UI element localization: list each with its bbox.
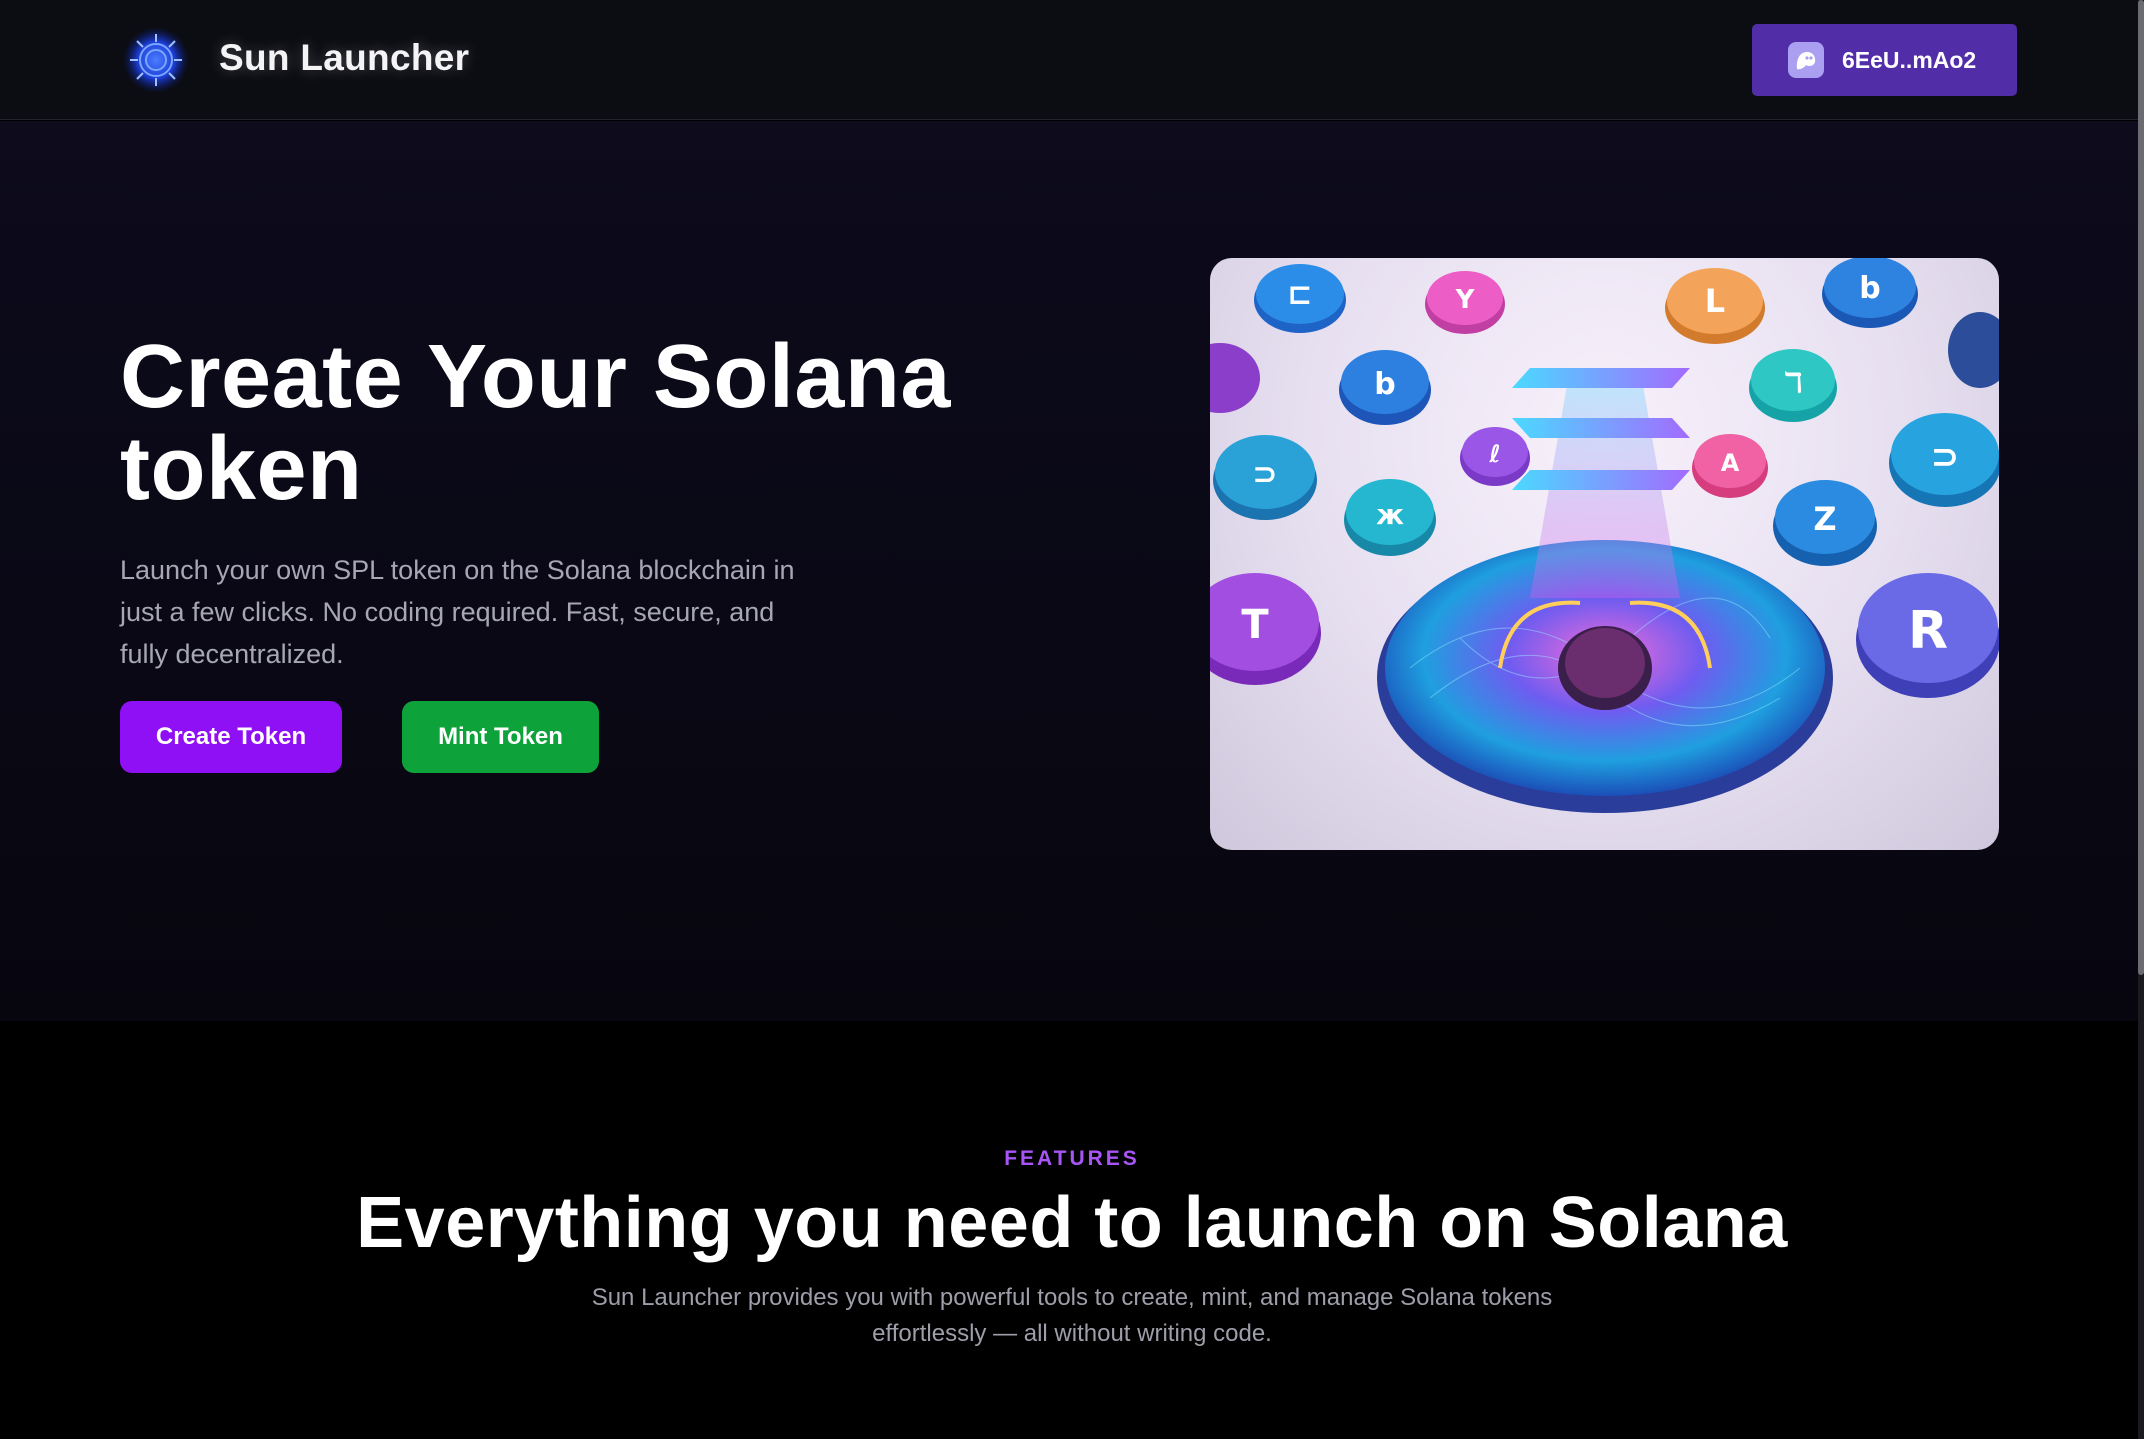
sun-logo-icon[interactable] <box>122 26 190 94</box>
phantom-ghost-icon <box>1788 42 1824 78</box>
svg-text:Z: Z <box>1813 500 1836 538</box>
svg-text:T: T <box>1241 602 1269 648</box>
svg-text:L: L <box>1705 282 1725 320</box>
svg-text:A: A <box>1721 449 1740 477</box>
wallet-button[interactable]: 6EeU..mAo2 <box>1752 24 2017 96</box>
svg-text:⊃: ⊃ <box>1252 457 1277 492</box>
svg-text:ℓ: ℓ <box>1488 440 1500 468</box>
hero-title: Create Your Solana token <box>120 327 951 519</box>
mint-token-button[interactable]: Mint Token <box>402 701 599 773</box>
features-eyebrow: FEATURES <box>1004 1147 1140 1170</box>
wallet-address: 6EeU..mAo2 <box>1842 46 1977 73</box>
features-title: Everything you need to launch on Solana <box>356 1183 1788 1263</box>
features-description: Sun Launcher provides you with powerful … <box>591 1284 1553 1347</box>
create-token-button[interactable]: Create Token <box>120 701 342 773</box>
svg-text:b: b <box>1859 271 1880 306</box>
brand-name[interactable]: Sun Launcher <box>219 37 469 79</box>
svg-text:b: b <box>1374 367 1395 402</box>
scrollbar-thumb[interactable] <box>2138 0 2144 975</box>
svg-text:R: R <box>1908 601 1948 661</box>
svg-text:ℸ: ℸ <box>1783 366 1802 399</box>
hero-illustration: ⊏ Y L b b ℸ ℓ A ⊃ ⊃ ж Z T R <box>1210 258 1999 850</box>
svg-text:⊃: ⊃ <box>1931 437 1960 477</box>
top-nav: Sun Launcher 6EeU..mAo2 <box>0 0 2144 120</box>
svg-text:⊏: ⊏ <box>1287 277 1312 312</box>
hero-description: Launch your own SPL token on the Solana … <box>120 555 795 669</box>
svg-text:Y: Y <box>1455 285 1476 315</box>
hero-section: Create Your Solana token Launch your own… <box>0 121 2144 1021</box>
features-section: FEATURES Everything you need to launch o… <box>0 1022 2144 1439</box>
page-scrollbar[interactable] <box>2138 0 2144 1439</box>
svg-text:ж: ж <box>1376 498 1404 531</box>
